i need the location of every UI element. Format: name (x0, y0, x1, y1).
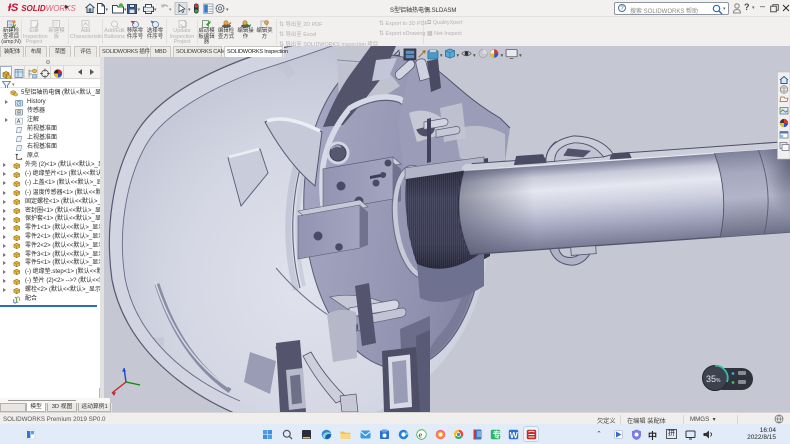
svg-text:W: W (510, 429, 519, 439)
svg-text:▾: ▾ (188, 7, 191, 13)
svg-text:▾: ▾ (501, 53, 504, 59)
svg-text:▾: ▾ (138, 7, 141, 13)
svg-text:▾: ▾ (106, 7, 109, 13)
svg-text:e: e (419, 429, 423, 439)
svg-text:▾: ▾ (169, 7, 172, 13)
svg-text:▾: ▾ (473, 53, 476, 59)
svg-text:▾: ▾ (154, 7, 157, 13)
svg-text:▾: ▾ (226, 7, 229, 13)
svg-text:▾: ▾ (456, 53, 459, 59)
svg-text:▾: ▾ (124, 7, 127, 13)
svg-text:▾: ▾ (440, 53, 443, 59)
svg-text:专: 专 (493, 429, 501, 439)
svg-text:A: A (17, 119, 21, 125)
svg-text:▾: ▾ (519, 53, 522, 59)
